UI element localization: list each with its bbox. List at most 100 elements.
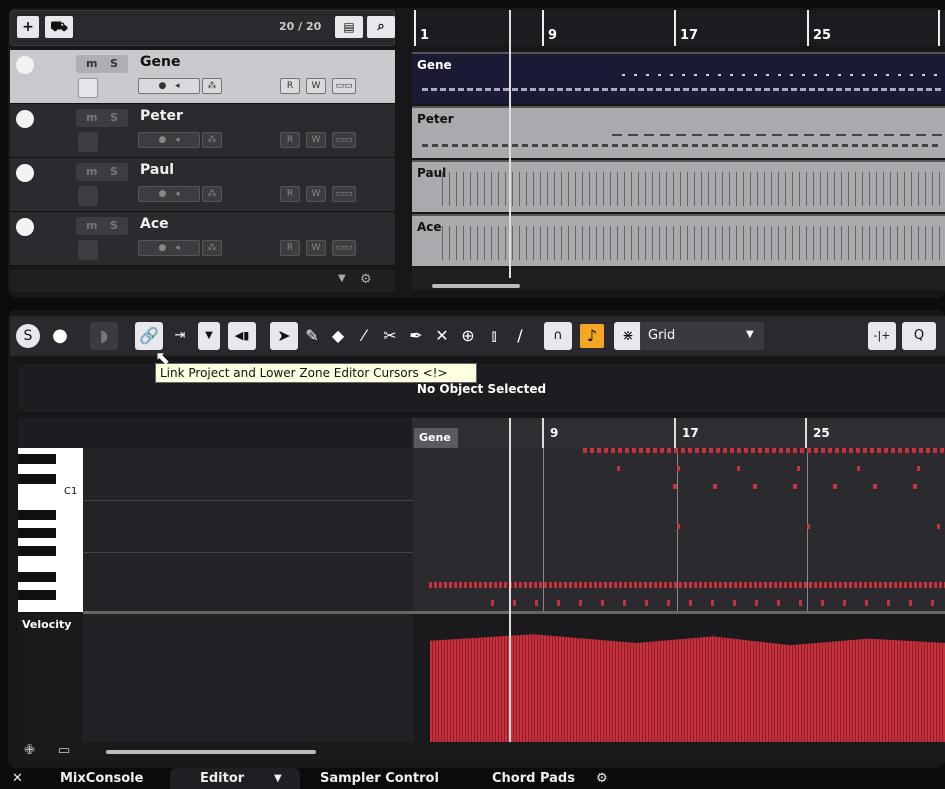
- tab-sampler-control[interactable]: Sampler Control: [320, 771, 439, 786]
- tab-chord-pads[interactable]: Chord Pads: [492, 771, 575, 786]
- chevron-down-icon[interactable]: ▼: [198, 322, 220, 350]
- track-checkbox[interactable]: [78, 186, 98, 206]
- note-row: [617, 466, 945, 471]
- mute-solo-group: mS: [76, 163, 128, 181]
- edit-instrument-button[interactable]: ▭▭: [332, 186, 356, 202]
- record-enable-button[interactable]: ● ◂: [138, 132, 200, 148]
- snap-type-icon[interactable]: ⋇: [614, 322, 642, 350]
- tab-mixconsole[interactable]: MixConsole: [60, 771, 143, 786]
- add-folder-icon[interactable]: ⛟: [45, 16, 73, 38]
- solo-button[interactable]: S: [110, 109, 118, 127]
- mute-button[interactable]: m: [86, 55, 97, 73]
- velocity-lane[interactable]: Velocity: [18, 614, 945, 742]
- velocity-label: Velocity: [22, 618, 72, 631]
- info-text: No Object Selected: [416, 382, 547, 396]
- acoustic-feedback-icon[interactable]: ◗: [90, 322, 118, 350]
- write-automation-button[interactable]: W: [306, 240, 326, 256]
- track-gene[interactable]: m S Gene ● ◂ ⁂ R W ▭▭: [10, 50, 395, 104]
- quantize-icon[interactable]: Q: [902, 322, 936, 350]
- mute-solo-group: mS: [76, 217, 128, 235]
- track-paul[interactable]: m S Paul ● ◂ ⁂ R W ▭▭: [10, 158, 395, 212]
- event-lane-gene[interactable]: Gene: [412, 52, 945, 104]
- mute-button[interactable]: m: [86, 163, 97, 181]
- ruler-bar: 9: [542, 418, 558, 448]
- note-row: [673, 484, 945, 489]
- track-controls: ● ◂ ⁂ R W ▭▭: [138, 132, 363, 148]
- zoom-icon[interactable]: ⊕: [454, 322, 482, 350]
- editor-cursor[interactable]: [509, 418, 511, 742]
- draw-icon[interactable]: ✎: [298, 322, 326, 350]
- editor-ruler[interactable]: Gene 9 17 25: [412, 418, 945, 448]
- preset-icon[interactable]: ▭: [58, 743, 70, 758]
- horizontal-scrollbar[interactable]: [106, 750, 316, 754]
- editor-toolbar: S ● ◗ 🔗 ⇥ ▼ ◀▮ ➤ ✎ ◆ ⁄ ✂ ✒ ✕ ⊕ ⫾ ∕ ∩ ♪ ⋇…: [10, 316, 945, 356]
- line-icon[interactable]: ⫾: [480, 322, 508, 350]
- horizontal-scrollbar[interactable]: [432, 284, 520, 288]
- tab-editor[interactable]: Editor: [200, 771, 244, 786]
- settings-icon[interactable]: ⚙: [596, 771, 608, 786]
- read-automation-button[interactable]: R: [280, 132, 300, 148]
- add-track-icon[interactable]: +: [17, 16, 39, 38]
- event-lane-paul[interactable]: Paul: [412, 160, 945, 212]
- write-automation-button[interactable]: W: [306, 186, 326, 202]
- chevron-down-icon[interactable]: ▼: [274, 773, 282, 784]
- record-enable-button[interactable]: ● ◂: [138, 78, 200, 94]
- ruler-bar: 17: [674, 418, 699, 448]
- project-scroll-area: [412, 268, 945, 290]
- link-cursors-icon[interactable]: 🔗: [135, 322, 163, 350]
- read-automation-button[interactable]: R: [280, 186, 300, 202]
- edit-instrument-button[interactable]: ▭▭: [332, 132, 356, 148]
- solo-button[interactable]: S: [110, 55, 118, 73]
- project-ruler[interactable]: 1 9 17 25: [412, 10, 945, 46]
- mute-icon[interactable]: ✕: [428, 322, 456, 350]
- chevron-down-icon: ▼: [746, 329, 754, 340]
- monitor-button[interactable]: ⁂: [202, 240, 222, 256]
- record-enable-button[interactable]: ● ◂: [138, 240, 200, 256]
- glue-icon[interactable]: ✒: [402, 322, 430, 350]
- mute-button[interactable]: m: [86, 217, 97, 235]
- monitor-button[interactable]: ⁂: [202, 132, 222, 148]
- monitor-button[interactable]: ⁂: [202, 78, 222, 94]
- piano-keyboard[interactable]: C1: [18, 448, 83, 612]
- drumstick-icon[interactable]: ∕: [506, 322, 534, 350]
- speaker-icon[interactable]: ◀▮: [228, 322, 256, 350]
- edit-instrument-button[interactable]: ▭▭: [332, 78, 356, 94]
- trim-icon[interactable]: ⁄: [350, 322, 378, 350]
- search-icon[interactable]: ⌕: [367, 16, 395, 38]
- grid-spacing-icon[interactable]: -|+: [868, 322, 896, 350]
- read-automation-button[interactable]: R: [280, 78, 300, 94]
- object-selection-icon[interactable]: ➤: [270, 322, 298, 350]
- auto-select-icon[interactable]: ∩: [544, 322, 572, 350]
- event-lane-peter[interactable]: Peter: [412, 106, 945, 158]
- snap-mode-select[interactable]: Grid ▼: [640, 322, 764, 350]
- add-lane-icon[interactable]: ✙: [24, 743, 35, 758]
- edit-instrument-button[interactable]: ▭▭: [332, 240, 356, 256]
- write-automation-button[interactable]: W: [306, 78, 326, 94]
- track-checkbox[interactable]: [78, 78, 98, 98]
- lower-zone-tabs: ✕ MixConsole Editor ▼ Sampler Control Ch…: [0, 768, 945, 789]
- monitor-button[interactable]: ⁂: [202, 186, 222, 202]
- track-checkbox[interactable]: [78, 240, 98, 260]
- auto-scroll-icon[interactable]: ⇥: [166, 322, 194, 350]
- track-list-menu-icon[interactable]: ▤: [335, 16, 363, 38]
- track-peter[interactable]: m S Peter ● ◂ ⁂ R W ▭▭: [10, 104, 395, 158]
- record-icon[interactable]: ●: [46, 322, 74, 350]
- read-automation-button[interactable]: R: [280, 240, 300, 256]
- solo-button[interactable]: S: [110, 217, 118, 235]
- split-icon[interactable]: ✂: [376, 322, 404, 350]
- close-icon[interactable]: ✕: [12, 771, 23, 786]
- snap-icon[interactable]: ♪: [578, 322, 606, 350]
- track-ace[interactable]: m S Ace ● ◂ ⁂ R W ▭▭: [10, 212, 395, 266]
- event-lane-ace[interactable]: Ace: [412, 214, 945, 266]
- solo-button[interactable]: S: [110, 163, 118, 181]
- note-grid[interactable]: [83, 448, 945, 612]
- mute-button[interactable]: m: [86, 109, 97, 127]
- write-automation-button[interactable]: W: [306, 132, 326, 148]
- chevron-down-icon[interactable]: ▼: [338, 273, 346, 284]
- solo-editor-icon[interactable]: S: [16, 324, 40, 348]
- track-checkbox[interactable]: [78, 132, 98, 152]
- record-enable-button[interactable]: ● ◂: [138, 186, 200, 202]
- settings-icon[interactable]: ⚙: [360, 272, 372, 287]
- project-cursor[interactable]: [509, 10, 511, 278]
- erase-icon[interactable]: ◆: [324, 322, 352, 350]
